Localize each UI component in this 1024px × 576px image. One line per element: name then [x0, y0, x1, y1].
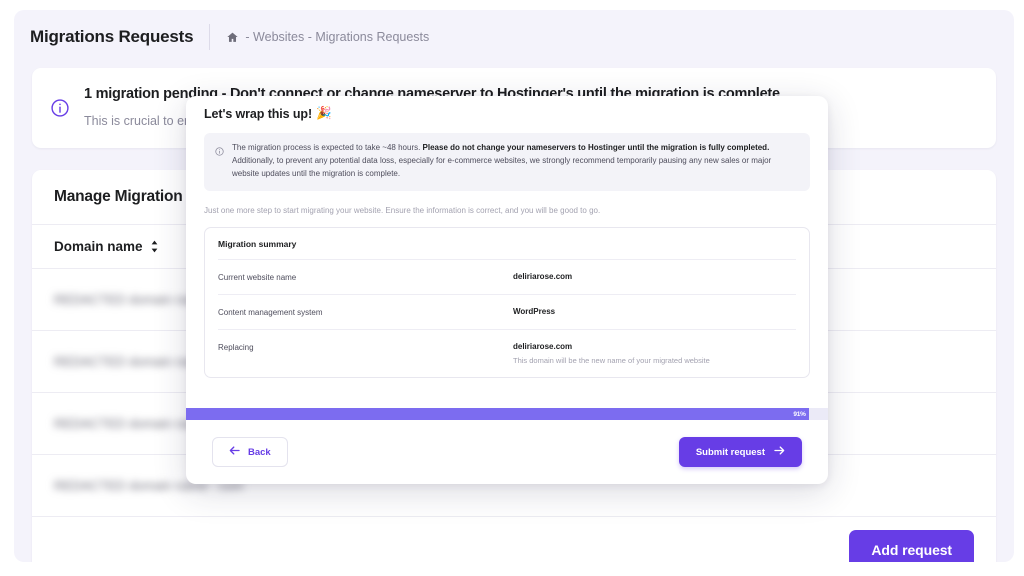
summary-value-group: deliriarose.com This domain will be the … [513, 342, 710, 365]
summary-row: Current website name deliriarose.com [218, 259, 796, 294]
party-popper-icon: 🎉 [316, 106, 332, 120]
modal-substep-text: Just one more step to start migrating yo… [204, 205, 601, 215]
notice-line1-bold: Please do not change your nameservers to… [422, 143, 770, 152]
migration-summary-card: Migration summary Current website name d… [204, 227, 810, 379]
sort-updown-icon[interactable] [150, 240, 159, 253]
page-title: Migrations Requests [30, 27, 194, 46]
summary-title: Migration summary [218, 239, 297, 250]
modal-content: Let's wrap this up! 🎉 The migration proc… [186, 96, 828, 379]
summary-value: deliriarose.com [513, 272, 573, 282]
summary-value: WordPress [513, 307, 556, 317]
topbar-divider [209, 24, 211, 50]
info-circle-icon [215, 143, 224, 181]
summary-value: deliriarose.com [513, 342, 573, 352]
submit-button-label: Submit request [695, 446, 765, 458]
modal-actions: Back Submit request [186, 420, 828, 484]
modal-title: Let's wrap this up! [204, 106, 313, 121]
info-circle-icon [50, 98, 70, 130]
back-button-label: Back [248, 446, 271, 458]
summary-hint: This domain will be the new name of your… [513, 356, 710, 366]
table-footer: Add request [32, 516, 996, 562]
app-root: Migrations Requests - Websites - Migrati… [0, 0, 1024, 576]
modal-title-row: Let's wrap this up! 🎉 [204, 106, 810, 121]
home-icon[interactable] [226, 31, 239, 44]
breadcrumb[interactable]: - Websites - Migrations Requests [226, 30, 429, 44]
notice-line1-plain: The migration process is expected to tak… [232, 143, 423, 152]
add-request-button[interactable]: Add request [849, 529, 974, 562]
summary-label: Replacing [218, 343, 254, 353]
summary-row: Content management system WordPress [218, 294, 796, 329]
column-header-label: Domain name [54, 239, 143, 255]
arrow-left-icon [229, 446, 240, 458]
progress-fill: 91% [186, 408, 809, 420]
topbar: Migrations Requests - Websites - Migrati… [14, 10, 1014, 64]
breadcrumb-text[interactable]: - Websites - Migrations Requests [245, 30, 429, 44]
migration-notice-box: The migration process is expected to tak… [204, 133, 810, 191]
progress-track: 91% [186, 408, 828, 420]
progress-label: 91% [793, 410, 806, 418]
arrow-right-icon [774, 446, 785, 458]
summary-label: Current website name [218, 273, 297, 283]
submit-request-button[interactable]: Submit request [678, 437, 802, 467]
migration-summary-modal: Let's wrap this up! 🎉 The migration proc… [186, 96, 828, 484]
summary-label: Content management system [218, 308, 323, 318]
notice-text: The migration process is expected to tak… [232, 142, 799, 181]
back-button[interactable]: Back [212, 437, 288, 467]
notice-line2: Additionally, to prevent any potential d… [232, 155, 772, 178]
summary-row: Replacing deliriarose.com This domain wi… [218, 329, 796, 377]
